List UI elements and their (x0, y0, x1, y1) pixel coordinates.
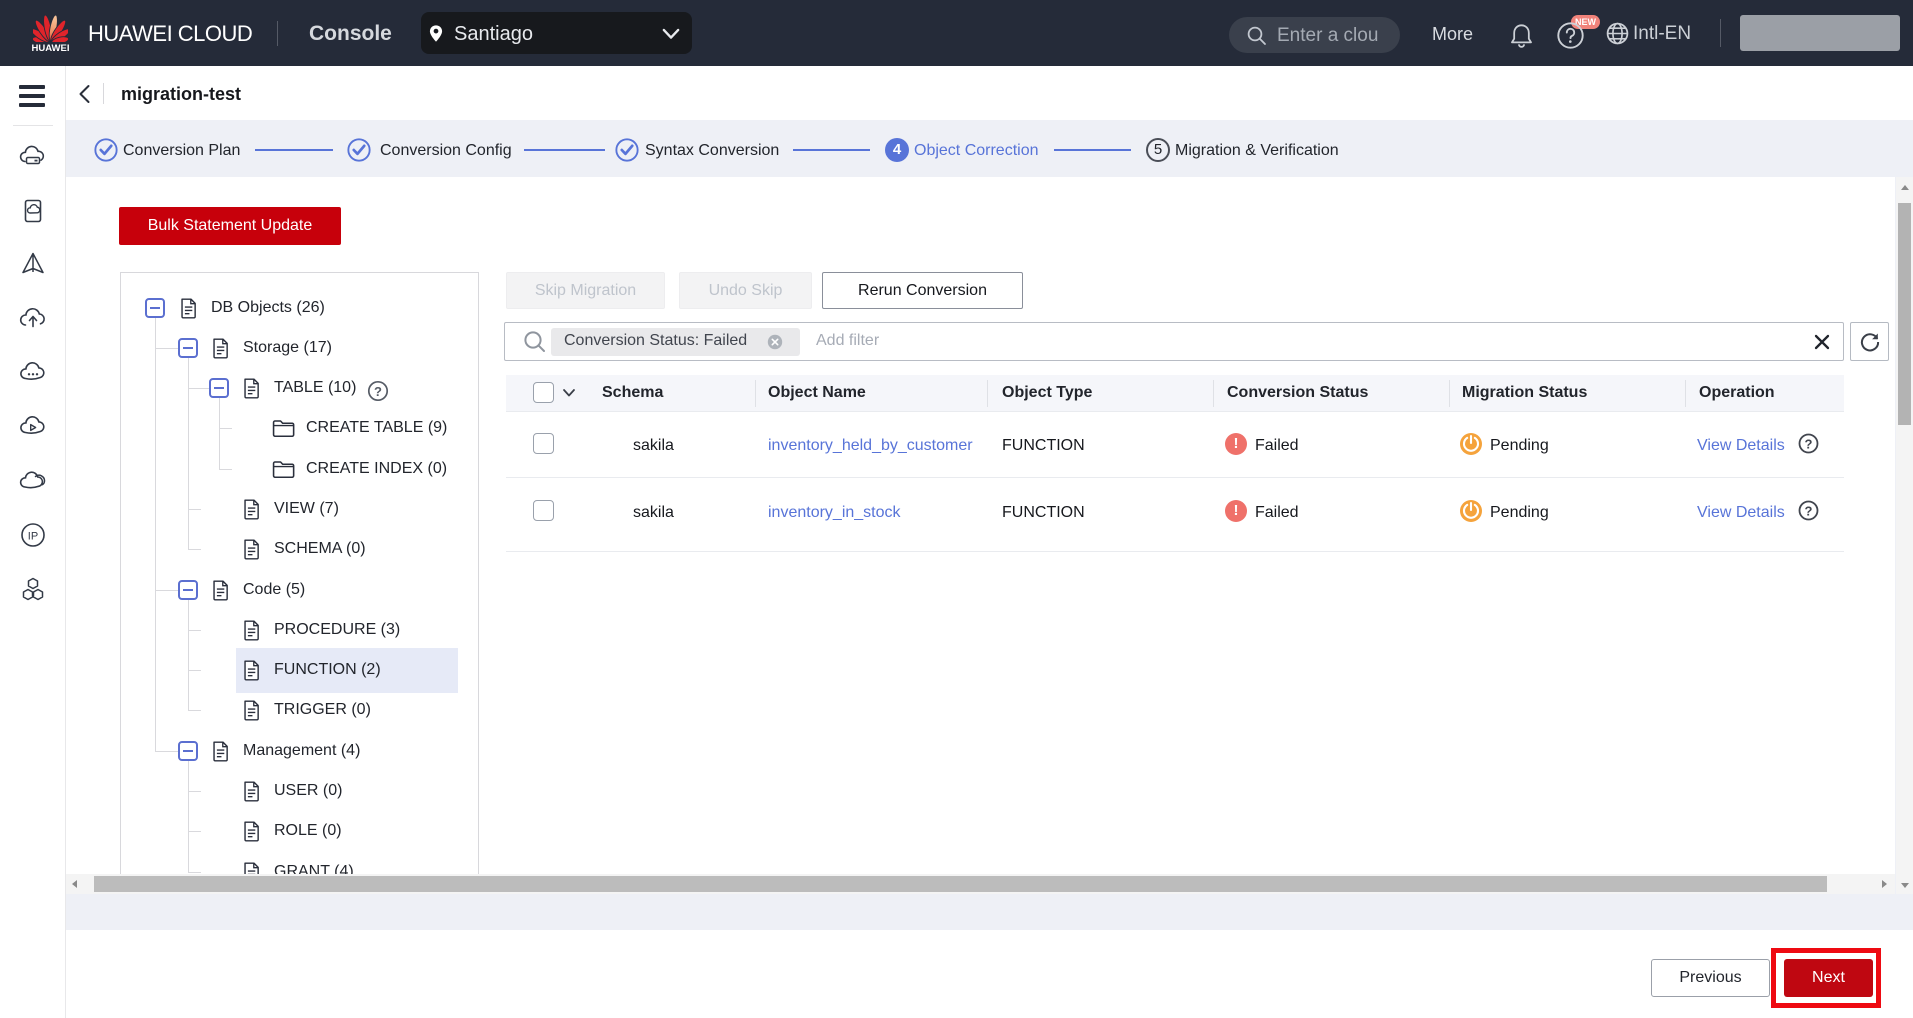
svg-text:?: ? (374, 384, 382, 399)
svg-text:IP: IP (28, 530, 38, 542)
svg-text:?: ? (1805, 436, 1813, 451)
svg-text:?: ? (1805, 503, 1813, 518)
